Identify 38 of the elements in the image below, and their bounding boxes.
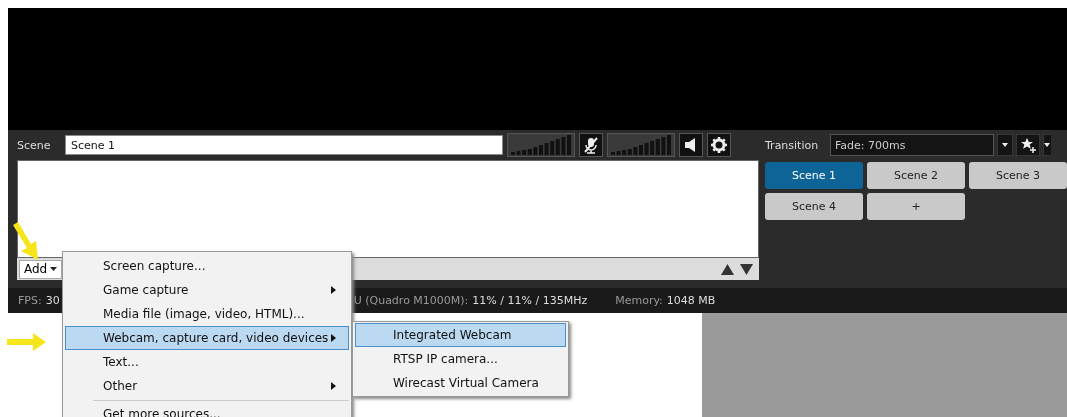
memory-value: 1048 MB	[666, 294, 716, 307]
audio-meter-icon	[507, 133, 575, 157]
scene-label: Scene	[17, 138, 52, 152]
scene-name-field[interactable]: Scene 1	[65, 135, 503, 155]
menu-item[interactable]: Media file (image, video, HTML)...	[65, 302, 349, 326]
fps-value: 30	[45, 294, 60, 307]
arrow-icon	[10, 222, 40, 262]
gpu-value: 11% / 11% / 135MHz	[472, 294, 588, 307]
menu-item[interactable]: Other	[65, 374, 349, 398]
memory-label: Memory:	[615, 294, 663, 307]
scene-button[interactable]: Scene 1	[765, 162, 863, 189]
menu-item[interactable]: Webcam, capture card, video devices	[65, 326, 349, 350]
settings-icon[interactable]	[707, 133, 731, 157]
dropdown-caret-icon[interactable]	[1043, 134, 1051, 156]
scene-button[interactable]: Scene 2	[867, 162, 965, 189]
scene-button[interactable]: Scene 4	[765, 193, 863, 220]
move-up-icon[interactable]	[721, 263, 734, 275]
arrow-icon	[5, 333, 47, 351]
star-plus-icon[interactable]	[1016, 134, 1040, 156]
transition-label: Transition	[765, 138, 820, 152]
menu-item[interactable]: RTSP IP camera...	[355, 347, 566, 371]
scene-button[interactable]: +	[867, 193, 965, 220]
dropdown-caret-icon[interactable]	[997, 134, 1013, 156]
scene-button[interactable]: Scene 3	[969, 162, 1067, 189]
menu-item[interactable]: Screen capture...	[65, 254, 349, 278]
move-down-icon[interactable]	[740, 263, 753, 275]
caret-icon	[50, 267, 58, 271]
gpu-label: U (Quadro M1000M):	[353, 294, 469, 307]
menu-item[interactable]: Text...	[65, 350, 349, 374]
mic-muted-icon[interactable]	[579, 133, 603, 157]
menu-item[interactable]: Integrated Webcam	[355, 323, 566, 347]
menu-item[interactable]: Wirecast Virtual Camera	[355, 371, 566, 395]
add-button[interactable]: Add	[19, 259, 63, 279]
fps-label: FPS:	[18, 294, 42, 307]
speaker-icon[interactable]	[679, 133, 703, 157]
menu-item[interactable]: Game capture	[65, 278, 349, 302]
transition-dropdown[interactable]: Fade: 700ms	[830, 134, 994, 156]
audio-meter-icon	[607, 133, 675, 157]
